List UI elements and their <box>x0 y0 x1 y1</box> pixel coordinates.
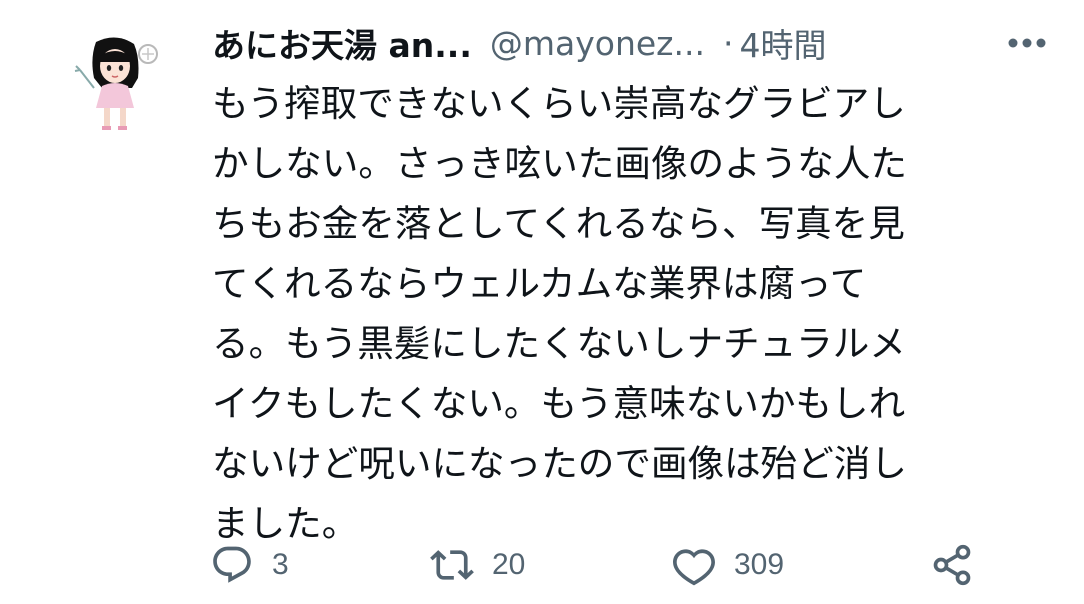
retweet-button[interactable]: 20 <box>430 538 525 592</box>
timestamp[interactable]: 4時間 <box>739 19 826 67</box>
tweet[interactable]: あにお天湯 an... @mayonez... · 4時間 もう搾取できないくら… <box>0 0 1084 604</box>
tweet-text: もう搾取できないくらい崇高なグラビアし かしない。さっき呟いた画像のような人た … <box>212 82 907 545</box>
like-count: 309 <box>734 548 785 581</box>
share-button[interactable] <box>930 538 974 592</box>
reply-count: 3 <box>272 548 289 581</box>
retweet-count: 20 <box>492 548 526 581</box>
more-options-button[interactable] <box>1002 20 1052 66</box>
retweet-icon <box>430 550 474 580</box>
reply-button[interactable]: 3 <box>210 538 289 592</box>
avatar-illustration-icon <box>74 37 158 130</box>
avatar[interactable] <box>50 24 180 144</box>
display-name[interactable]: あにお天湯 an... <box>212 19 472 67</box>
share-icon <box>933 544 971 586</box>
heart-icon <box>673 549 715 586</box>
user-handle[interactable]: @mayonez... <box>490 24 705 63</box>
reply-icon <box>213 546 251 583</box>
tweet-actions: 3 20 309 <box>210 538 990 592</box>
like-button[interactable]: 309 <box>672 538 784 592</box>
more-dots-icon <box>1008 38 1046 48</box>
tweet-header: あにお天湯 an... @mayonez... · 4時間 <box>212 20 1052 66</box>
separator-dot: · <box>722 23 734 63</box>
